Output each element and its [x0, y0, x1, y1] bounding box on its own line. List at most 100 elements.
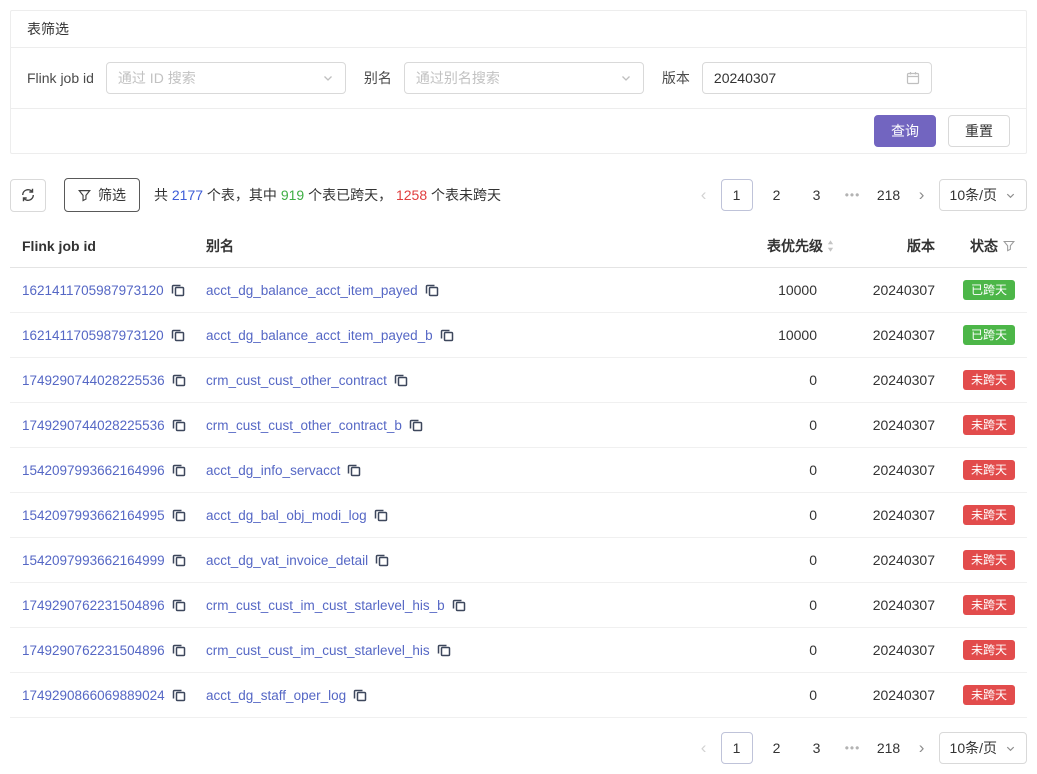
- copy-icon[interactable]: [452, 598, 466, 612]
- query-button[interactable]: 查询: [874, 115, 936, 147]
- page-last-button[interactable]: 218: [873, 179, 905, 211]
- copy-icon[interactable]: [374, 508, 388, 522]
- status-badge: 未跨天: [963, 415, 1015, 435]
- copy-icon[interactable]: [172, 418, 186, 432]
- copy-icon[interactable]: [172, 463, 186, 477]
- refresh-button[interactable]: [10, 179, 46, 212]
- next-page-button[interactable]: ›: [913, 732, 931, 764]
- column-header-priority[interactable]: 表优先级: [695, 236, 835, 256]
- calendar-icon: [906, 71, 920, 85]
- copy-icon[interactable]: [172, 508, 186, 522]
- column-header-version: 版本: [835, 236, 935, 256]
- alias-link[interactable]: acct_dg_bal_obj_modi_log: [206, 508, 367, 523]
- flink-job-id-link[interactable]: 1749290866069889024: [22, 688, 165, 703]
- flink-job-id-select[interactable]: 通过 ID 搜索: [106, 62, 346, 94]
- flink-job-id-link[interactable]: 1542097993662164999: [22, 553, 165, 568]
- alias-link[interactable]: crm_cust_cust_other_contract_b: [206, 418, 402, 433]
- page-last-button[interactable]: 218: [873, 732, 905, 764]
- toolbar: 筛选 共 2177 个表，其中 919 个表已跨天， 1258 个表未跨天 ‹ …: [10, 178, 1027, 212]
- status-badge: 未跨天: [963, 595, 1015, 615]
- sort-icon[interactable]: [826, 239, 835, 253]
- table-row: 1542097993662164999 acct_dg_vat_invoice_d…: [10, 538, 1027, 583]
- alias-link[interactable]: acct_dg_staff_oper_log: [206, 688, 346, 703]
- table-row: 1749290762231504896 crm_cust_cust_im_cust…: [10, 583, 1027, 628]
- reset-button[interactable]: 重置: [948, 115, 1010, 147]
- prev-page-button[interactable]: ‹: [695, 732, 713, 764]
- chevron-down-icon: [1005, 743, 1016, 754]
- version-date-value: 20240307: [714, 70, 776, 86]
- filter-card: 表筛选 Flink job id 通过 ID 搜索 别名 通过别名搜索: [10, 10, 1027, 154]
- flink-job-id-link[interactable]: 1749290762231504896: [22, 643, 165, 658]
- table-row: 1542097993662164996 acct_dg_info_servacct…: [10, 448, 1027, 493]
- copy-icon[interactable]: [172, 553, 186, 567]
- pagination-top: ‹ 1 2 3 ••• 218 › 10条/页: [695, 179, 1027, 211]
- copy-icon[interactable]: [425, 283, 439, 297]
- copy-icon[interactable]: [347, 463, 361, 477]
- page-2-button[interactable]: 2: [761, 732, 793, 764]
- alias-select[interactable]: 通过别名搜索: [404, 62, 644, 94]
- column-header-status[interactable]: 状态: [935, 236, 1027, 256]
- alias-link[interactable]: acct_dg_balance_acct_item_payed_b: [206, 328, 433, 343]
- column-header-alias: 别名: [206, 236, 695, 256]
- priority-header-label: 表优先级: [767, 236, 823, 256]
- status-badge: 未跨天: [963, 685, 1015, 705]
- page: 表筛选 Flink job id 通过 ID 搜索 别名 通过别名搜索: [0, 0, 1037, 774]
- copy-icon[interactable]: [394, 373, 408, 387]
- copy-icon[interactable]: [172, 688, 186, 702]
- version-date-input[interactable]: 20240307: [702, 62, 932, 94]
- summary-crossed-count: 919: [281, 187, 304, 203]
- priority-cell: 10000: [695, 327, 835, 343]
- copy-icon[interactable]: [375, 553, 389, 567]
- copy-icon[interactable]: [171, 328, 185, 342]
- alias-placeholder: 通过别名搜索: [416, 68, 500, 88]
- page-3-button[interactable]: 3: [801, 179, 833, 211]
- filter-funnel-icon[interactable]: [1003, 240, 1015, 252]
- filter-toggle-button[interactable]: 筛选: [64, 178, 140, 212]
- flink-job-id-link[interactable]: 1749290744028225536: [22, 373, 165, 388]
- alias-link[interactable]: crm_cust_cust_other_contract: [206, 373, 387, 388]
- bottom-bar: ‹ 1 2 3 ••• 218 › 10条/页: [10, 732, 1027, 764]
- page-3-button[interactable]: 3: [801, 732, 833, 764]
- copy-icon[interactable]: [172, 598, 186, 612]
- status-badge: 已跨天: [963, 325, 1015, 345]
- version-cell: 20240307: [835, 282, 935, 298]
- page-ellipsis[interactable]: •••: [841, 741, 865, 755]
- priority-cell: 0: [695, 642, 835, 658]
- table-row: 1621411705987973120 acct_dg_balance_acct_…: [10, 268, 1027, 313]
- page-ellipsis[interactable]: •••: [841, 188, 865, 202]
- copy-icon[interactable]: [440, 328, 454, 342]
- filter-toggle-label: 筛选: [98, 185, 126, 205]
- prev-page-button[interactable]: ‹: [695, 179, 713, 211]
- alias-link[interactable]: acct_dg_info_servacct: [206, 463, 340, 478]
- page-size-select[interactable]: 10条/页: [939, 179, 1027, 211]
- page-1-button[interactable]: 1: [721, 179, 753, 211]
- alias-link[interactable]: crm_cust_cust_im_cust_starlevel_his_b: [206, 598, 445, 613]
- copy-icon[interactable]: [409, 418, 423, 432]
- alias-link[interactable]: crm_cust_cust_im_cust_starlevel_his: [206, 643, 430, 658]
- funnel-icon: [78, 189, 91, 202]
- flink-job-id-link[interactable]: 1621411705987973120: [22, 283, 164, 298]
- copy-icon[interactable]: [171, 283, 185, 297]
- page-1-button[interactable]: 1: [721, 732, 753, 764]
- field-alias: 别名 通过别名搜索: [364, 62, 644, 94]
- page-2-button[interactable]: 2: [761, 179, 793, 211]
- flink-job-id-label: Flink job id: [27, 70, 94, 86]
- copy-icon[interactable]: [172, 643, 186, 657]
- flink-job-id-link[interactable]: 1749290762231504896: [22, 598, 165, 613]
- pagination-bottom: ‹ 1 2 3 ••• 218 › 10条/页: [695, 732, 1027, 764]
- flink-job-id-link[interactable]: 1749290744028225536: [22, 418, 165, 433]
- alias-link[interactable]: acct_dg_vat_invoice_detail: [206, 553, 368, 568]
- flink-job-id-link[interactable]: 1542097993662164996: [22, 463, 165, 478]
- version-cell: 20240307: [835, 327, 935, 343]
- copy-icon[interactable]: [172, 373, 186, 387]
- copy-icon[interactable]: [353, 688, 367, 702]
- summary-text: 共 2177 个表，其中 919 个表已跨天， 1258 个表未跨天: [154, 185, 501, 205]
- alias-link[interactable]: acct_dg_balance_acct_item_payed: [206, 283, 418, 298]
- flink-job-id-link[interactable]: 1542097993662164995: [22, 508, 165, 523]
- next-page-button[interactable]: ›: [913, 179, 931, 211]
- copy-icon[interactable]: [437, 643, 451, 657]
- summary-mid2: 个表已跨天，: [304, 187, 396, 203]
- page-size-select[interactable]: 10条/页: [939, 732, 1027, 764]
- table-body: 1621411705987973120 acct_dg_balance_acct_…: [10, 268, 1027, 718]
- flink-job-id-link[interactable]: 1621411705987973120: [22, 328, 164, 343]
